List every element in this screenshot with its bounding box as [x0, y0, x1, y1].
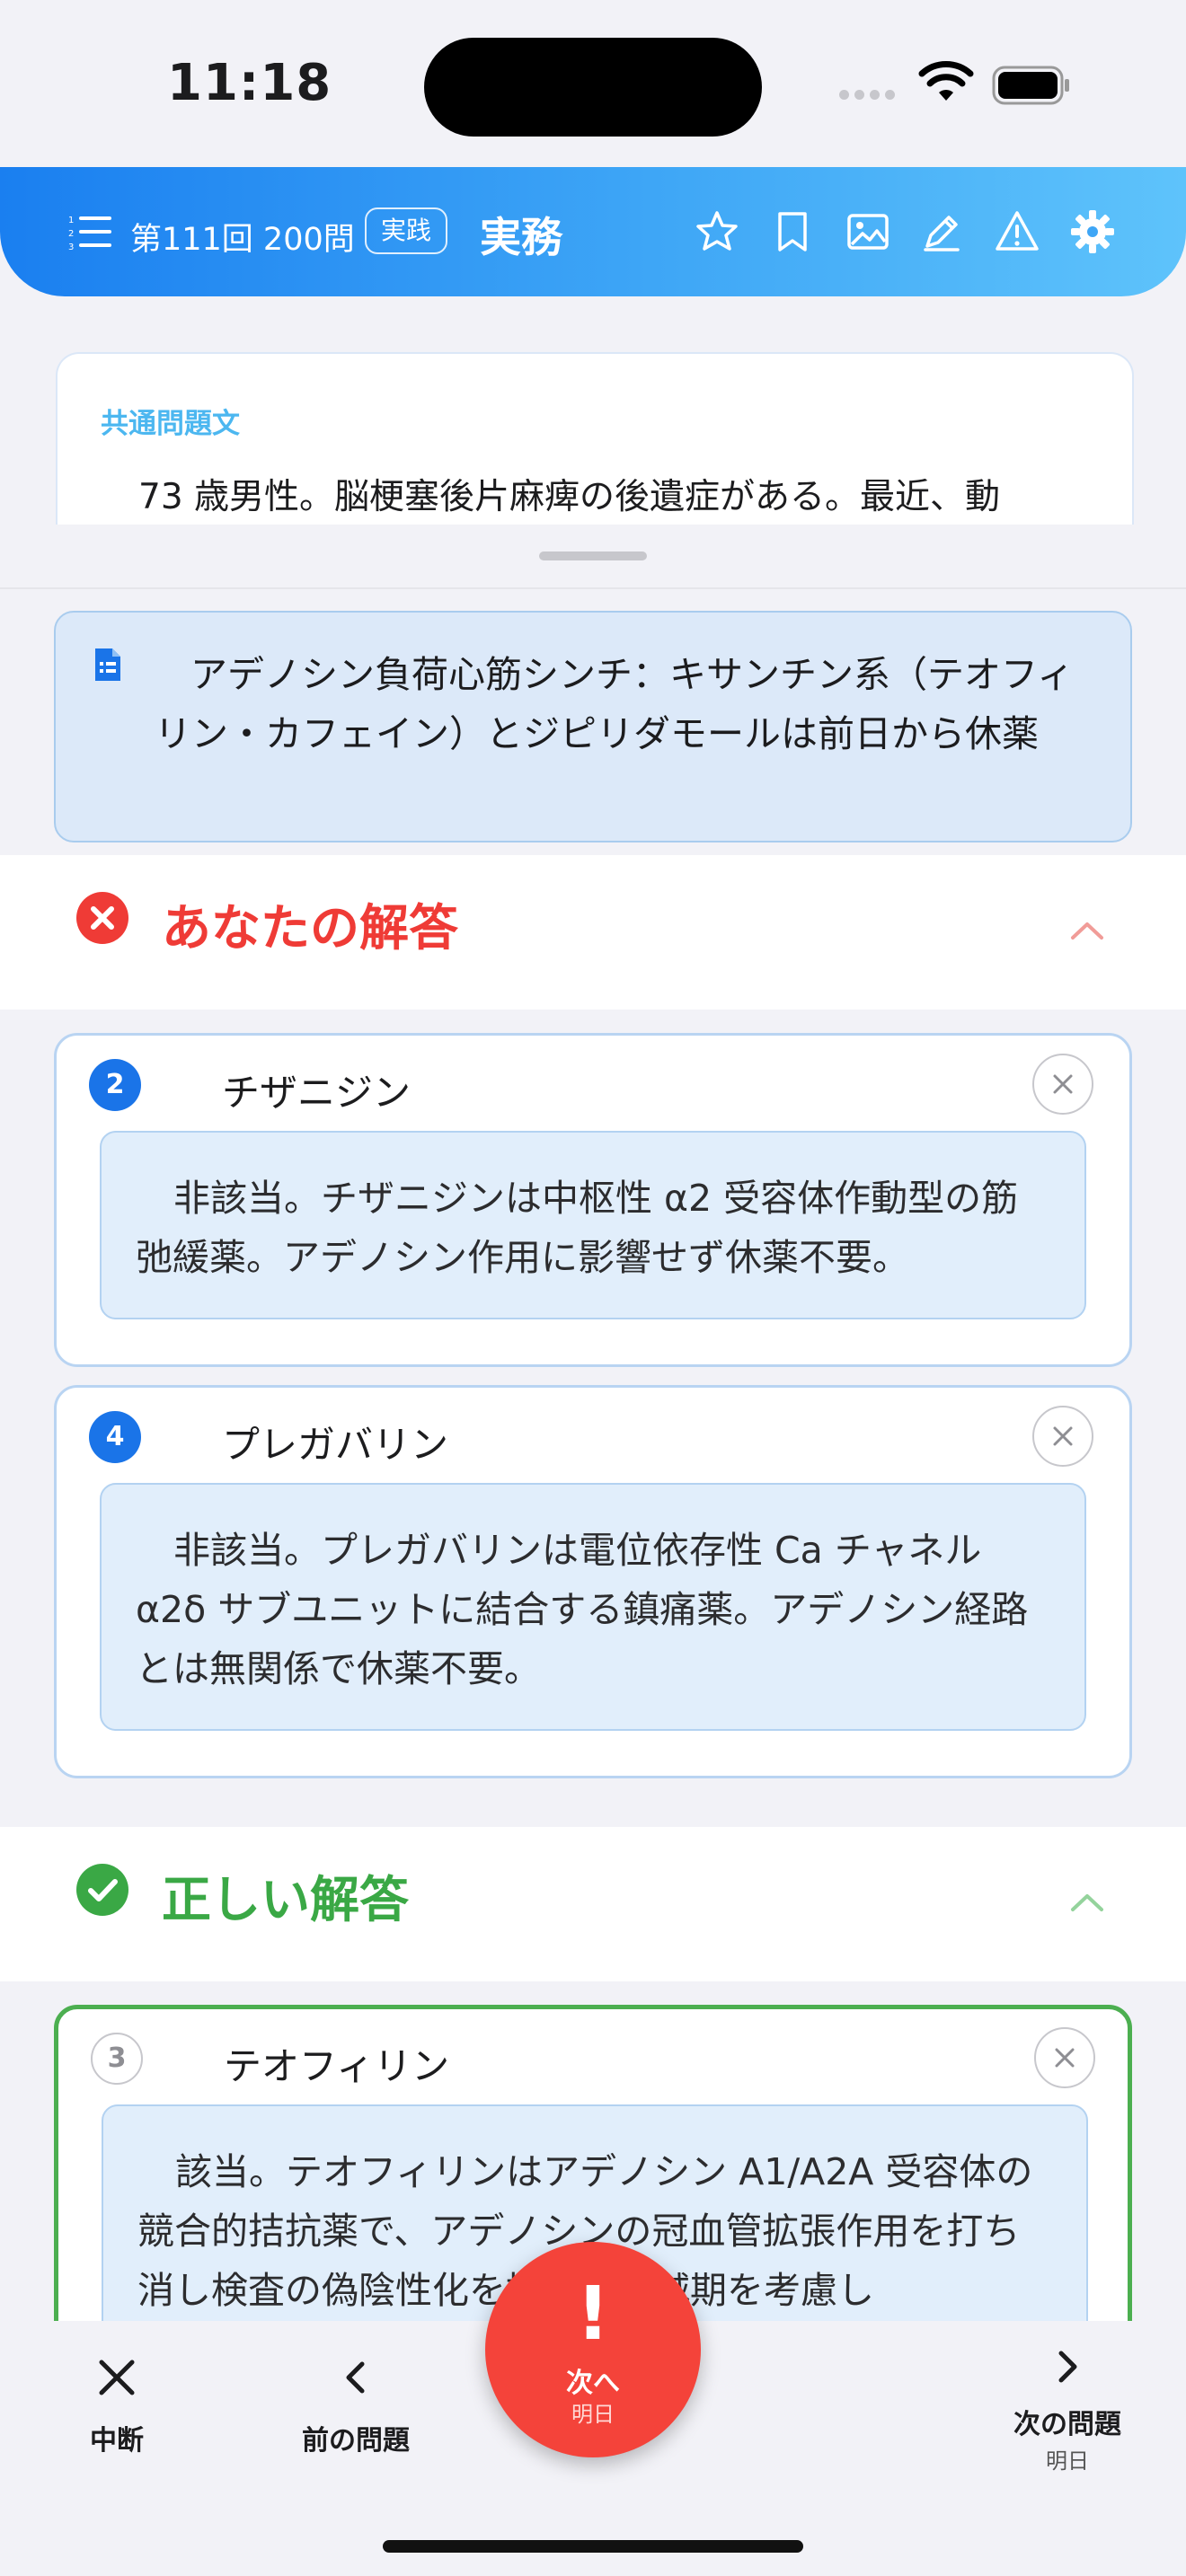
exam-label: 第111回 200問	[130, 222, 355, 258]
prev-question-label: 前の問題	[302, 2425, 410, 2457]
close-icon	[1053, 1426, 1073, 1446]
common-problem-label: 共通問題文	[101, 408, 240, 440]
svg-text:1: 1	[68, 216, 74, 225]
close-icon	[1055, 2048, 1075, 2068]
battery-icon	[992, 66, 1069, 105]
document-icon	[95, 648, 120, 681]
note-card: アデノシン負荷心筋シンチ：キサンチン系（テオフィリン・カフェイン）とジピリダモー…	[54, 611, 1132, 842]
home-indicator	[383, 2540, 803, 2553]
next-question-label: 次の問題	[1013, 2409, 1121, 2440]
status-time: 11:18	[167, 54, 332, 112]
divider	[0, 587, 1186, 589]
explanation-text: 非該当。プレガバリンは電位依存性 Ca チャネル α2δ サブユニットに結合する…	[100, 1483, 1086, 1731]
star-icon[interactable]	[694, 208, 740, 255]
svg-text:2: 2	[68, 229, 74, 239]
next-fab-button[interactable]: ! 次へ 明日	[485, 2242, 701, 2457]
option-name: チザニジン	[222, 1071, 412, 1115]
wrong-circle-icon	[76, 892, 128, 944]
drag-handle[interactable]	[539, 551, 647, 560]
next-question-button[interactable]: 次の問題 明日	[988, 2346, 1146, 2475]
dismiss-button[interactable]	[1032, 1054, 1093, 1115]
dynamic-island	[424, 38, 762, 137]
explanation-text: 非該当。チザニジンは中枢性 α2 受容体作動型の筋弛緩薬。アデノシン作用に影響せ…	[100, 1131, 1086, 1319]
exclamation-icon: !	[576, 2272, 610, 2357]
gear-icon[interactable]	[1069, 208, 1116, 255]
option-number-badge: 3	[91, 2033, 143, 2085]
status-bar: 11:18	[0, 0, 1186, 167]
svg-text:3: 3	[68, 243, 74, 252]
list-numbered-icon[interactable]: 1 2 3	[68, 212, 113, 253]
chevron-up-icon[interactable]	[1069, 1892, 1105, 1913]
dismiss-button[interactable]	[1034, 2027, 1095, 2088]
next-question-sub: 明日	[1046, 2448, 1089, 2474]
chevron-up-icon[interactable]	[1069, 920, 1105, 941]
correct-answer-title: 正しい解答	[162, 1871, 410, 1928]
check-circle-icon	[76, 1864, 128, 1916]
category-badge: 実践	[365, 207, 448, 254]
close-icon	[99, 2360, 135, 2395]
abort-label: 中断	[90, 2425, 144, 2457]
your-answer-title: あなたの解答	[162, 899, 459, 957]
wifi-icon	[918, 61, 974, 101]
next-fab-label: 次へ	[566, 2368, 620, 2399]
abort-button[interactable]: 中断	[54, 2357, 180, 2457]
correct-answer-header[interactable]: 正しい解答	[0, 1827, 1186, 1981]
pencil-icon[interactable]	[918, 208, 965, 255]
subject-title: 実務	[480, 213, 562, 261]
chevron-left-icon	[346, 2361, 365, 2394]
common-problem-text: 73 歳男性。脳梗塞後片麻痺の後遺症がある。最近、動	[138, 477, 1001, 517]
your-answer-header[interactable]: あなたの解答	[0, 855, 1186, 1010]
option-name: テオフィリン	[224, 2044, 450, 2088]
prev-question-button[interactable]: 前の問題	[284, 2357, 428, 2457]
common-problem-card[interactable]: 共通問題文 73 歳男性。脳梗塞後片麻痺の後遺症がある。最近、動	[56, 352, 1134, 525]
dismiss-button[interactable]	[1032, 1406, 1093, 1467]
image-icon[interactable]	[845, 208, 891, 255]
answer-card[interactable]: 2 チザニジン 非該当。チザニジンは中枢性 α2 受容体作動型の筋弛緩薬。アデノ…	[54, 1033, 1132, 1367]
bookmark-icon[interactable]	[769, 208, 816, 255]
cellular-signal-icon	[839, 86, 900, 103]
warning-icon[interactable]	[994, 208, 1040, 255]
option-number-badge: 4	[89, 1411, 141, 1463]
close-icon	[1053, 1074, 1073, 1094]
chevron-right-icon	[1058, 2351, 1077, 2383]
answer-card[interactable]: 4 プレガバリン 非該当。プレガバリンは電位依存性 Ca チャネル α2δ サブ…	[54, 1385, 1132, 1778]
question-header: 1 2 3 第111回 200問 実践 実務	[0, 167, 1186, 296]
option-number-badge: 2	[89, 1059, 141, 1111]
note-text: アデノシン負荷心筋シンチ：キサンチン系（テオフィリン・カフェイン）とジピリダモー…	[155, 653, 1075, 755]
next-fab-sub: 明日	[571, 2402, 615, 2427]
option-name: プレガバリン	[222, 1423, 449, 1467]
